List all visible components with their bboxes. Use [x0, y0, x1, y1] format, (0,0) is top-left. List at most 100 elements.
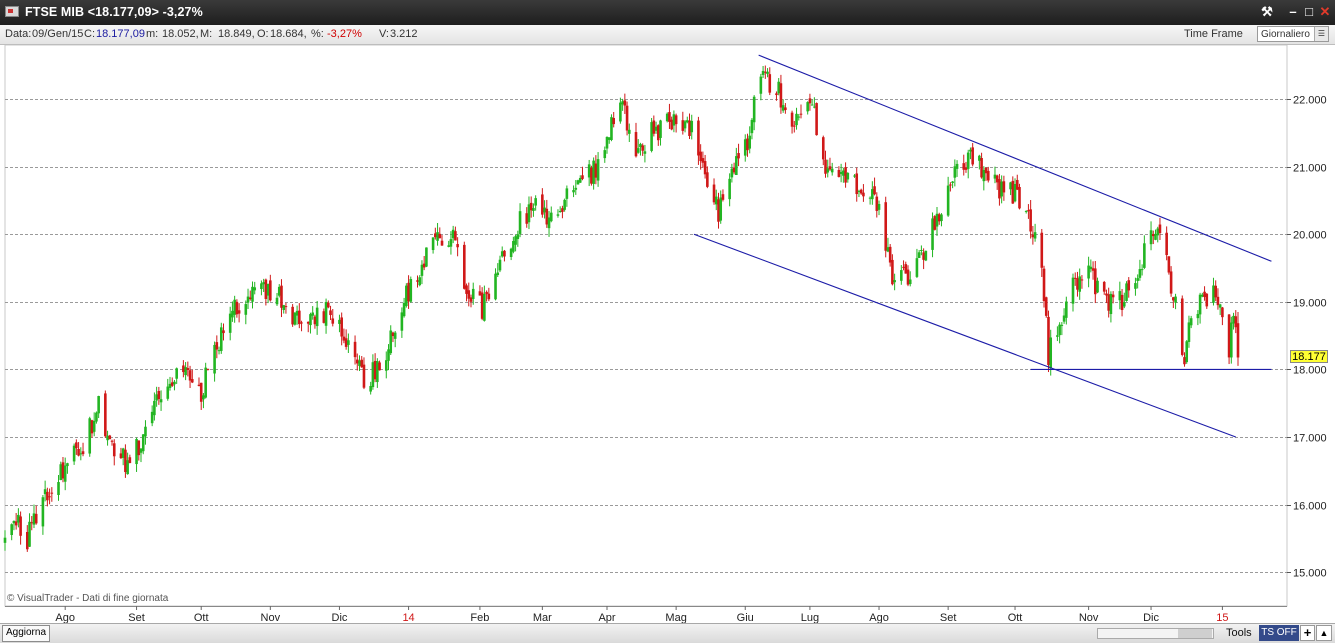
candle-body — [1118, 291, 1122, 301]
candle-body — [1076, 278, 1079, 290]
candle-body — [1172, 297, 1175, 301]
candle-body — [19, 516, 22, 536]
candle-body — [922, 252, 925, 260]
candle-body — [322, 311, 326, 323]
candle-body — [636, 148, 640, 153]
candle-body — [730, 168, 734, 178]
candle-body — [244, 304, 248, 315]
candle-body — [924, 250, 928, 261]
candle-body — [251, 286, 254, 302]
candle-body — [41, 497, 45, 527]
close-icon[interactable]: ✕ — [1316, 3, 1334, 21]
candle-body — [353, 341, 357, 358]
candle-body — [1201, 294, 1204, 297]
candle-body — [264, 279, 268, 299]
dropdown-icon[interactable]: ☰ — [1314, 27, 1328, 41]
refresh-button[interactable]: Aggiorna — [2, 625, 50, 642]
candle-body — [1042, 268, 1046, 301]
candle-body — [235, 301, 239, 315]
scroll-thumb[interactable] — [1178, 629, 1212, 638]
candle-body — [701, 158, 705, 163]
min-value: 18.052, — [162, 28, 199, 40]
volume-label: V: — [379, 28, 389, 40]
candle-body — [668, 112, 671, 122]
candle-body — [92, 420, 96, 432]
candle-body — [327, 302, 330, 308]
caret-up-icon[interactable]: ▲ — [1316, 625, 1332, 641]
candle-body — [485, 291, 488, 295]
candle-body — [842, 170, 845, 176]
candle-body — [607, 137, 611, 140]
candle-body — [681, 120, 685, 131]
candle-body — [953, 166, 957, 178]
candle-body — [416, 280, 419, 282]
candle-body — [1044, 297, 1048, 316]
candle-body — [1183, 357, 1186, 365]
y-tick-label: 19.000 — [1293, 298, 1327, 310]
candle-body — [1218, 304, 1222, 308]
candle-body — [737, 153, 740, 159]
candle-body — [797, 116, 801, 118]
candle-body — [405, 285, 408, 306]
candle-body — [471, 288, 475, 299]
candle-body — [311, 312, 314, 316]
chart-scrollbar[interactable] — [1097, 628, 1214, 639]
candle-body — [672, 114, 676, 126]
candle-body — [422, 263, 426, 268]
candle-body — [1047, 316, 1050, 365]
candle-body — [688, 120, 691, 136]
price-chart[interactable]: 22.000 21.000 20.000 19.000 18.000 17.000 16.0… — [0, 0, 1335, 642]
candle-body — [1125, 283, 1128, 301]
candle-body — [389, 330, 393, 354]
candle-body — [166, 386, 170, 399]
candle-body — [525, 213, 529, 224]
candle-body — [656, 125, 660, 141]
chart-window: 22.000 21.000 20.000 19.000 18.000 17.000 16.0… — [0, 0, 1335, 643]
candle-body — [1011, 180, 1015, 204]
candle-body — [57, 482, 60, 496]
candle-body — [384, 360, 388, 371]
candle-body — [779, 83, 783, 108]
candle-body — [90, 420, 94, 434]
y-tick-label: 16.000 — [1293, 501, 1327, 513]
candle-body — [347, 340, 350, 345]
candle-body — [434, 233, 437, 238]
max-value: 18.849, — [218, 28, 255, 40]
candle-body — [447, 245, 451, 247]
grid-lines — [4, 44, 1288, 607]
candle-body — [1000, 181, 1003, 197]
candle-body — [237, 310, 241, 314]
zoom-in-button[interactable]: + — [1300, 625, 1315, 641]
candle-body — [766, 71, 769, 74]
candle-body — [1156, 228, 1160, 236]
candle-body — [362, 364, 366, 388]
ts-off-button[interactable]: TS OFF — [1259, 625, 1299, 641]
bottom-toolbar: Aggiorna Tools TS OFF + ▲ — [0, 623, 1335, 643]
window-title: FTSE MIB <18.177,09> -3,27% — [25, 5, 203, 19]
candle-body — [732, 167, 736, 173]
candle-body — [828, 166, 832, 170]
candle-body — [634, 132, 638, 157]
tools-button[interactable]: Tools — [1226, 624, 1252, 642]
candle-body — [1180, 298, 1184, 355]
candle-body — [1158, 224, 1162, 234]
candle-body — [529, 202, 533, 211]
candle-body — [34, 513, 38, 524]
candle-body — [514, 236, 517, 245]
candle-body — [1154, 233, 1157, 240]
candle-body — [986, 170, 990, 181]
pin-icon[interactable]: ⚒ — [1258, 3, 1276, 21]
candle-body — [572, 190, 575, 193]
candle-body — [246, 296, 250, 303]
candle-body — [587, 164, 591, 178]
candle-body — [373, 360, 377, 380]
candle-body — [1136, 278, 1139, 281]
candle-body — [703, 161, 707, 175]
min-label: m: — [146, 28, 159, 40]
candle-body — [206, 368, 210, 370]
candle-body — [902, 266, 905, 268]
candle-body — [119, 453, 123, 459]
candle-body — [893, 280, 896, 283]
timeframe-select[interactable]: Giornaliero ☰ — [1257, 26, 1329, 42]
candle-body — [1080, 279, 1084, 281]
